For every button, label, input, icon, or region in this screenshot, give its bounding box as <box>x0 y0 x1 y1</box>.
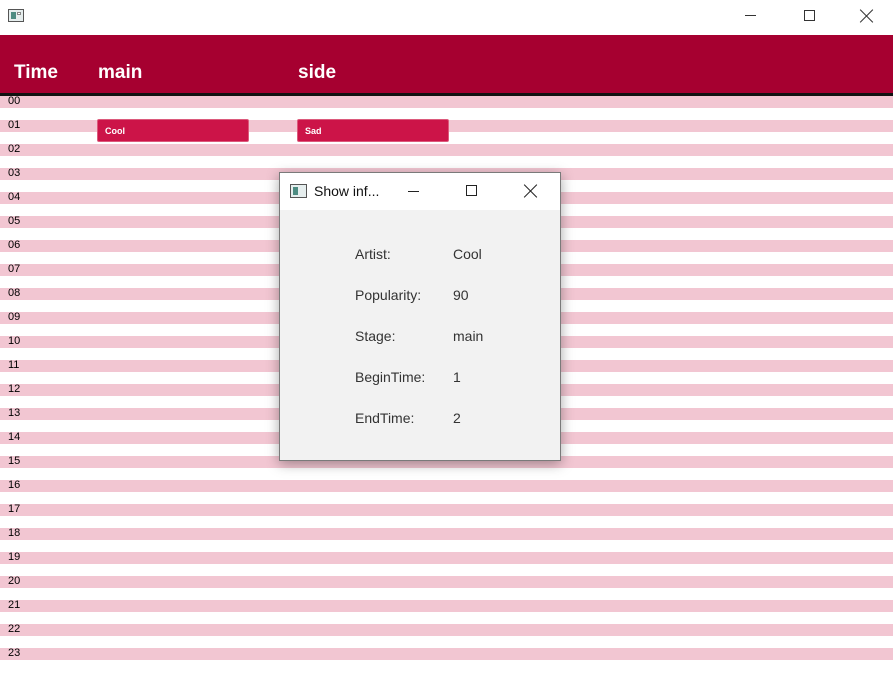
dialog-maximize-icon[interactable] <box>466 185 477 196</box>
minimize-icon <box>745 15 756 16</box>
hour-row: 18 <box>0 527 893 552</box>
stage-header-side: side <box>298 62 337 83</box>
hour-row: 16 <box>0 479 893 504</box>
info-label: Artist: <box>355 246 391 262</box>
performance-slot-sad[interactable]: Sad <box>297 119 449 142</box>
info-label: EndTime: <box>355 410 415 426</box>
hour-row: 21 <box>0 599 893 624</box>
hour-label: 22 <box>8 623 21 635</box>
hour-band <box>0 528 893 540</box>
window-titlebar <box>0 0 893 35</box>
info-label: BeginTime: <box>355 369 426 385</box>
show-info-dialog: Show inf... Artist: Cool Popularity: 90 … <box>279 172 561 461</box>
hour-label: 06 <box>8 239 21 251</box>
hour-label: 17 <box>8 503 21 515</box>
hour-row: 00 <box>0 95 893 120</box>
hour-band <box>0 648 893 660</box>
hour-row: 17 <box>0 503 893 528</box>
hour-label: 16 <box>8 479 21 491</box>
hour-band <box>0 144 893 156</box>
hour-label: 11 <box>8 359 20 371</box>
dialog-titlebar: Show inf... <box>280 173 560 210</box>
hour-band <box>0 624 893 636</box>
hour-row: 22 <box>0 623 893 648</box>
minimize-button[interactable] <box>722 0 780 32</box>
hour-label: 13 <box>8 407 21 419</box>
hour-label: 15 <box>8 455 21 467</box>
hour-band <box>0 600 893 612</box>
hour-row: 02 <box>0 143 893 168</box>
hour-label: 21 <box>8 599 21 611</box>
info-value: 1 <box>453 369 461 385</box>
hour-label: 10 <box>8 335 21 347</box>
hour-row: 19 <box>0 551 893 576</box>
info-value: main <box>453 328 484 344</box>
info-label: Stage: <box>355 328 396 344</box>
hour-label: 23 <box>8 647 21 659</box>
hour-label: 00 <box>8 95 21 107</box>
hour-band <box>0 552 893 564</box>
hour-label: 14 <box>8 431 21 443</box>
hour-label: 07 <box>8 263 21 275</box>
hour-label: 09 <box>8 311 21 323</box>
dialog-title: Show inf... <box>314 183 380 199</box>
hour-label: 18 <box>8 527 21 539</box>
maximize-button[interactable] <box>780 0 838 32</box>
hour-label: 04 <box>8 191 21 203</box>
hour-band <box>0 576 893 588</box>
stage-header-main: main <box>98 62 143 83</box>
app-window-icon <box>8 9 24 22</box>
close-icon <box>860 9 874 23</box>
hour-label: 01 <box>8 119 21 131</box>
hour-row: 20 <box>0 575 893 600</box>
time-column-header: Time <box>14 62 59 83</box>
hour-band <box>0 504 893 516</box>
hour-label: 02 <box>8 143 21 155</box>
hour-label: 03 <box>8 167 21 179</box>
info-value: 2 <box>453 410 461 426</box>
dialog-close-icon[interactable] <box>524 184 538 198</box>
hour-label: 20 <box>8 575 21 587</box>
dialog-app-icon <box>290 184 307 198</box>
hour-band <box>0 480 893 492</box>
hour-row: 23 <box>0 647 893 672</box>
hour-band <box>0 96 893 108</box>
dialog-minimize-icon[interactable] <box>408 191 419 192</box>
info-value: Cool <box>453 246 482 262</box>
hour-label: 08 <box>8 287 21 299</box>
maximize-icon <box>804 10 815 21</box>
info-label: Popularity: <box>355 287 422 303</box>
hour-label: 05 <box>8 215 21 227</box>
schedule-header: Time main side <box>0 35 893 96</box>
hour-label: 19 <box>8 551 21 563</box>
close-button[interactable] <box>838 0 893 32</box>
hour-label: 12 <box>8 383 21 395</box>
performance-slot-cool[interactable]: Cool <box>97 119 249 142</box>
info-value: 90 <box>453 287 469 303</box>
